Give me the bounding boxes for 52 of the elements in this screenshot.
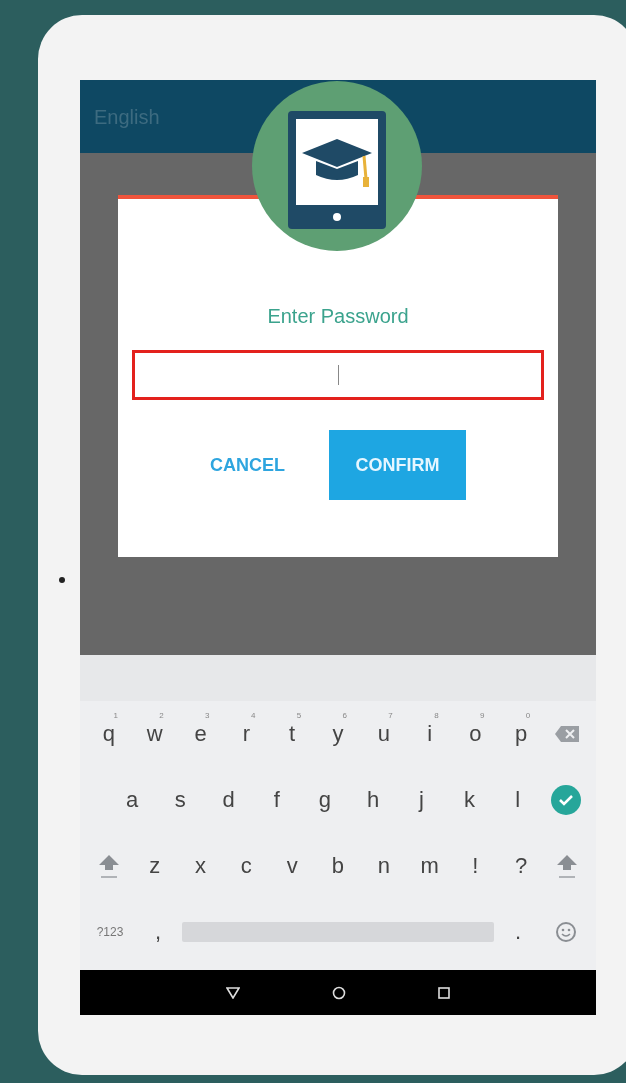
- key[interactable]: ?: [515, 853, 528, 879]
- key[interactable]: !: [472, 853, 479, 879]
- key[interactable]: .: [514, 919, 522, 945]
- key-hint: 5: [296, 711, 302, 720]
- key[interactable]: n: [377, 853, 390, 879]
- dialog-title: Enter Password: [267, 305, 409, 328]
- key[interactable]: k: [464, 787, 475, 813]
- back-icon[interactable]: [226, 986, 240, 999]
- key[interactable]: a: [125, 787, 139, 813]
- key[interactable]: ,: [154, 919, 162, 945]
- key[interactable]: d: [222, 787, 235, 813]
- key[interactable]: s: [174, 787, 186, 813]
- key[interactable]: e: [194, 721, 207, 747]
- key-hint: 2: [159, 711, 164, 720]
- key[interactable]: x: [195, 853, 207, 879]
- key[interactable]: g: [318, 787, 332, 813]
- key-hint: 0: [525, 711, 531, 720]
- key[interactable]: f: [273, 787, 280, 813]
- key-hint: 1: [113, 711, 118, 720]
- key[interactable]: t: [289, 721, 296, 747]
- key-hint: 7: [388, 711, 393, 720]
- check-icon[interactable]: [550, 785, 581, 815]
- key[interactable]: o: [469, 721, 482, 747]
- key[interactable]: v: [286, 853, 298, 879]
- key[interactable]: w: [146, 721, 163, 747]
- key[interactable]: b: [331, 853, 345, 879]
- key[interactable]: l: [515, 787, 521, 813]
- key-hint: 6: [342, 711, 347, 720]
- camera-dot: [59, 577, 65, 583]
- recents-icon[interactable]: [438, 986, 450, 999]
- smiley-icon[interactable]: [555, 921, 577, 943]
- key[interactable]: p: [515, 721, 528, 747]
- key[interactable]: c: [240, 853, 252, 879]
- key-hint: 8: [434, 711, 439, 720]
- backspace-icon[interactable]: [554, 725, 581, 743]
- shift-icon[interactable]: [97, 853, 120, 879]
- key[interactable]: q: [102, 721, 116, 747]
- key[interactable]: j: [418, 787, 424, 813]
- key-hint: 4: [250, 711, 256, 720]
- key[interactable]: z: [149, 853, 161, 879]
- key-hint: 9: [480, 711, 485, 720]
- key[interactable]: i: [427, 721, 433, 747]
- key[interactable]: y: [332, 721, 344, 747]
- password-field[interactable]: [132, 350, 544, 400]
- key-hint: 3: [205, 711, 210, 720]
- home-icon[interactable]: [332, 985, 346, 1000]
- key[interactable]: m: [420, 853, 439, 879]
- shift-icon[interactable]: [556, 853, 579, 879]
- key[interactable]: u: [377, 721, 390, 747]
- key[interactable]: h: [367, 787, 380, 813]
- key[interactable]: r: [242, 721, 250, 747]
- symbols-key[interactable]: ?123: [96, 925, 124, 939]
